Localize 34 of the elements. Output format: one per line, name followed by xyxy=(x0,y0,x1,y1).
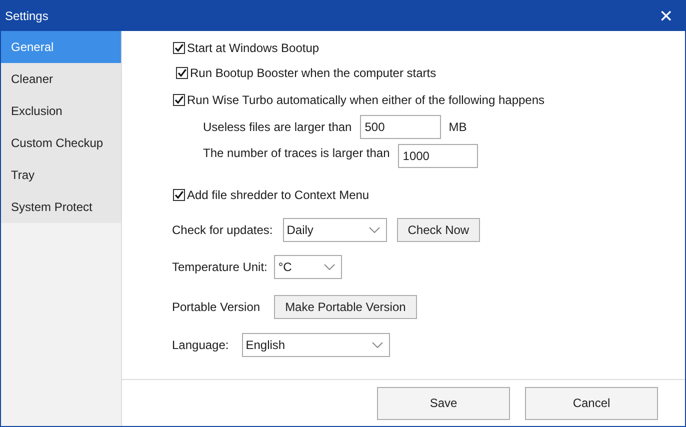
chevron-icon xyxy=(372,342,383,348)
sidebar-item[interactable]: Custom Checkup xyxy=(1,127,121,159)
checkbox[interactable] xyxy=(173,42,185,54)
temperature-dropdown[interactable]: °C xyxy=(274,255,342,279)
input-field[interactable]: 1000 xyxy=(398,144,478,168)
check-now-button[interactable]: Check Now xyxy=(396,218,480,242)
input-field[interactable]: 500 xyxy=(360,115,441,139)
checkbox[interactable] xyxy=(173,94,185,106)
window-title: Settings xyxy=(5,9,48,23)
unit-label: MB xyxy=(448,120,467,134)
checkbox[interactable] xyxy=(173,189,185,201)
language-dropdown[interactable]: English xyxy=(242,333,390,357)
field-label: The number of traces is larger than xyxy=(203,146,390,160)
cancel-button[interactable]: Cancel xyxy=(525,386,658,420)
field-label: Useless files are larger than xyxy=(203,120,352,134)
close-icon[interactable]: ✕ xyxy=(659,8,673,24)
checkbox[interactable] xyxy=(176,67,188,79)
checkbox-label: Run Wise Turbo automatically when either of the following happens xyxy=(187,93,545,107)
chevron-icon xyxy=(368,226,380,232)
checkbox-label: Add file shredder to Context Menu xyxy=(187,188,370,202)
field-label: Language: xyxy=(172,338,229,352)
sidebar-item[interactable]: Exclusion xyxy=(1,95,121,127)
checkbox-label: Start at Windows Bootup xyxy=(187,41,320,55)
sidebar-item[interactable]: Tray xyxy=(1,159,121,191)
updates-dropdown[interactable]: Daily xyxy=(282,218,387,242)
field-label: Check for updates: xyxy=(172,222,273,236)
make-portable-button[interactable]: Make Portable Version xyxy=(274,295,417,319)
chevron-icon xyxy=(324,264,336,270)
field-label: Portable Version xyxy=(172,300,260,314)
checkbox-label: Run Bootup Booster when the computer starts xyxy=(190,66,436,80)
save-button[interactable]: Save xyxy=(377,386,510,420)
sidebar-item[interactable]: System Protect xyxy=(1,191,121,223)
field-label: Temperature Unit: xyxy=(172,260,268,274)
sidebar-item[interactable]: Cleaner xyxy=(1,63,121,95)
